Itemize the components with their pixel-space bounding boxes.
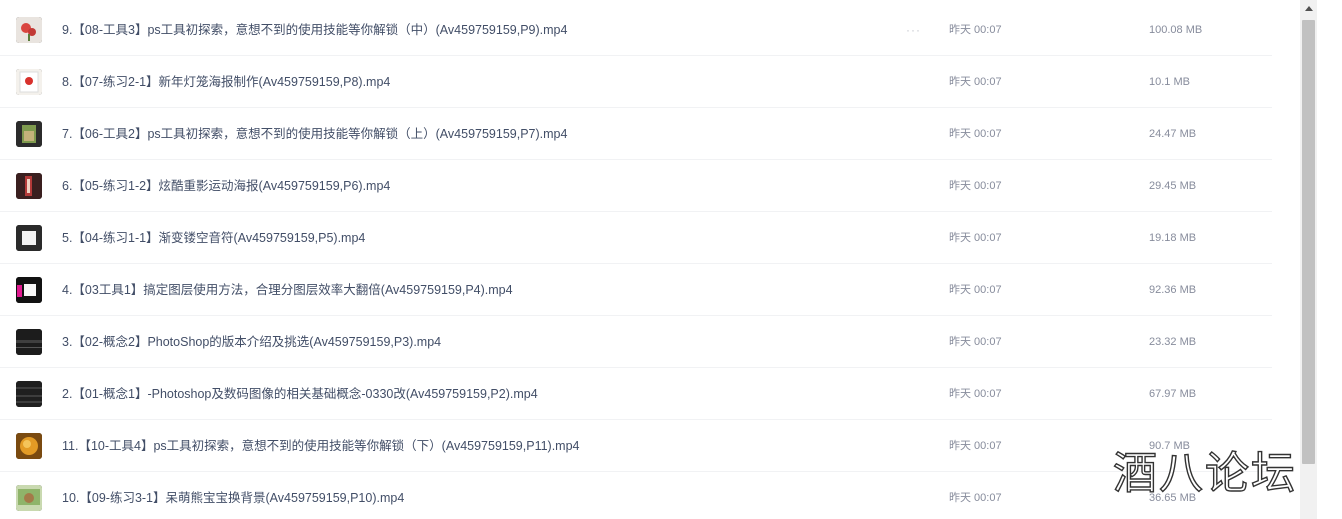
file-size: 92.36 MB	[1149, 284, 1197, 296]
scroll-thumb[interactable]	[1302, 20, 1315, 464]
file-name[interactable]: 8.【07-练习2-1】新年灯笼海报制作(Av459759159,P8).mp4	[62, 56, 390, 108]
orange-photo-thumbnail	[16, 433, 42, 459]
file-date: 昨天 00:07	[949, 284, 1002, 296]
file-row[interactable]: 6.【05-练习1-2】炫酷重影运动海报(Av459759159,P6).mp4…	[0, 160, 1272, 212]
note-thumbnail	[16, 225, 42, 251]
dark-screen-thumbnail	[16, 381, 42, 407]
file-size: 29.45 MB	[1149, 180, 1197, 192]
file-name[interactable]: 9.【08-工具3】ps工具初探索，意想不到的使用技能等你解锁（中）(Av459…	[62, 4, 567, 56]
file-row[interactable]: 10.【09-练习3-1】呆萌熊宝宝换背景(Av459759159,P10).m…	[0, 472, 1272, 519]
file-size: 100.08 MB	[1149, 24, 1203, 36]
file-size: 23.32 MB	[1149, 336, 1197, 348]
watermark: 酒八论坛	[1112, 447, 1297, 499]
vertical-scrollbar[interactable]	[1300, 0, 1317, 519]
file-date: 昨天 00:07	[949, 180, 1002, 192]
sport-poster-thumbnail	[16, 173, 42, 199]
file-date: 昨天 00:07	[949, 24, 1002, 36]
photo-thumbnail	[16, 121, 42, 147]
flower-thumbnail	[16, 17, 42, 43]
file-date: 昨天 00:07	[949, 388, 1002, 400]
file-row[interactable]: 2.【01-概念1】-Photoshop及数码图像的相关基础概念-0330改(A…	[0, 368, 1272, 420]
file-date: 昨天 00:07	[949, 336, 1002, 348]
scroll-up-arrow-icon[interactable]	[1300, 0, 1317, 17]
file-row[interactable]: 5.【04-练习1-1】渐变镂空音符(Av459759159,P5).mp4 昨天…	[0, 212, 1272, 264]
file-date: 昨天 00:07	[949, 232, 1002, 244]
file-date: 昨天 00:07	[949, 128, 1002, 140]
file-size: 24.47 MB	[1149, 128, 1197, 140]
file-name[interactable]: 11.【10-工具4】ps工具初探索，意想不到的使用技能等你解锁（下）(Av45…	[62, 420, 580, 472]
file-name[interactable]: 10.【09-练习3-1】呆萌熊宝宝换背景(Av459759159,P10).m…	[62, 472, 404, 519]
file-size: 67.97 MB	[1149, 388, 1197, 400]
file-size: 10.1 MB	[1149, 76, 1190, 88]
file-list: 9.【08-工具3】ps工具初探索，意想不到的使用技能等你解锁（中）(Av459…	[0, 0, 1300, 519]
file-row[interactable]: 7.【06-工具2】ps工具初探索，意想不到的使用技能等你解锁（上）(Av459…	[0, 108, 1272, 160]
file-name[interactable]: 3.【02-概念2】PhotoShop的版本介绍及挑选(Av459759159,…	[62, 316, 441, 368]
file-date: 昨天 00:07	[949, 76, 1002, 88]
dark-screen-thumbnail	[16, 329, 42, 355]
file-name[interactable]: 6.【05-练习1-2】炫酷重影运动海报(Av459759159,P6).mp4	[62, 160, 390, 212]
file-name[interactable]: 2.【01-概念1】-Photoshop及数码图像的相关基础概念-0330改(A…	[62, 368, 538, 420]
file-name[interactable]: 7.【06-工具2】ps工具初探索，意想不到的使用技能等你解锁（上）(Av459…	[62, 108, 567, 160]
file-row[interactable]: 4.【03工具1】搞定图层使用方法，合理分图层效率大翻倍(Av459759159…	[0, 264, 1272, 316]
file-row[interactable]: 3.【02-概念2】PhotoShop的版本介绍及挑选(Av459759159,…	[0, 316, 1272, 368]
layers-thumbnail	[16, 277, 42, 303]
file-name[interactable]: 4.【03工具1】搞定图层使用方法，合理分图层效率大翻倍(Av459759159…	[62, 264, 513, 316]
file-row[interactable]: 11.【10-工具4】ps工具初探索，意想不到的使用技能等你解锁（下）(Av45…	[0, 420, 1272, 472]
file-row[interactable]: 8.【07-练习2-1】新年灯笼海报制作(Av459759159,P8).mp4…	[0, 56, 1272, 108]
more-options-icon[interactable]: ···	[906, 4, 921, 56]
file-name[interactable]: 5.【04-练习1-1】渐变镂空音符(Av459759159,P5).mp4	[62, 212, 365, 264]
file-size: 19.18 MB	[1149, 232, 1197, 244]
bear-thumbnail	[16, 485, 42, 511]
file-date: 昨天 00:07	[949, 440, 1002, 452]
file-date: 昨天 00:07	[949, 492, 1002, 504]
file-row[interactable]: 9.【08-工具3】ps工具初探索，意想不到的使用技能等你解锁（中）(Av459…	[0, 4, 1272, 56]
lantern-poster-thumbnail	[16, 69, 42, 95]
